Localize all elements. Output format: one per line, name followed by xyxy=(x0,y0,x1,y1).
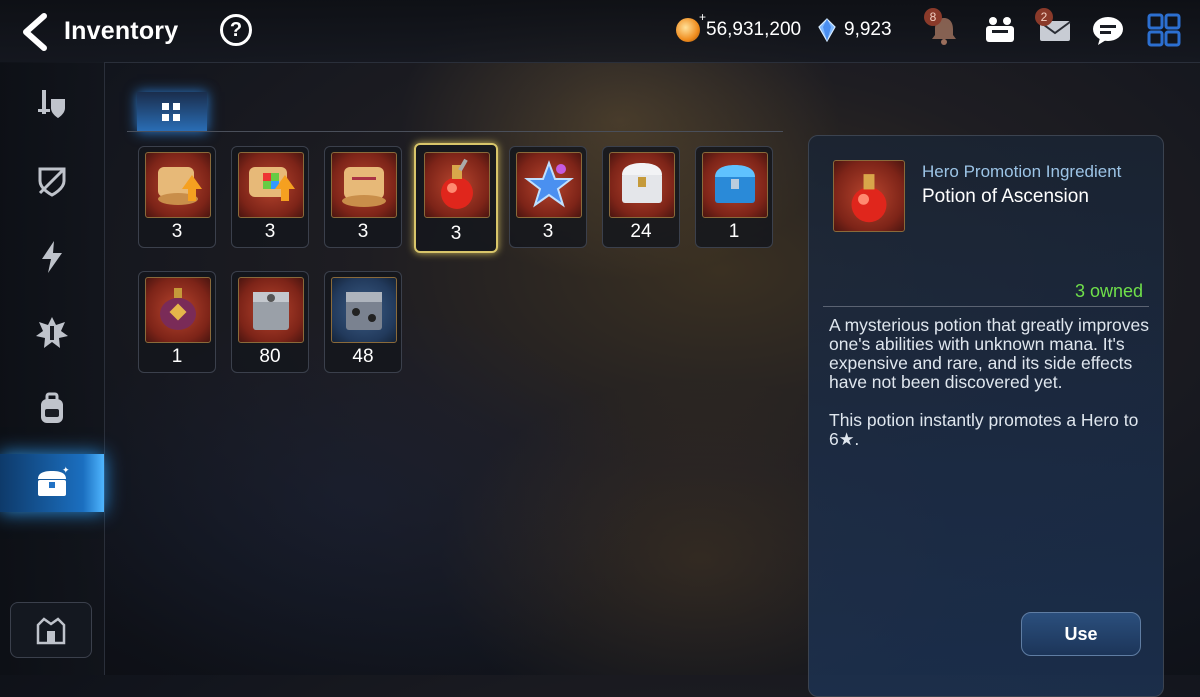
svg-text:✦: ✦ xyxy=(62,465,70,475)
notification-button[interactable]: 8 xyxy=(924,8,962,48)
blue-chest-icon xyxy=(702,152,768,218)
help-button[interactable]: ? xyxy=(220,14,252,46)
dark-box-icon xyxy=(331,277,397,343)
page-title: Inventory xyxy=(64,17,179,45)
tab-all-items[interactable] xyxy=(137,92,207,132)
item-slot[interactable]: 3 xyxy=(324,146,402,248)
sidebar-item-materials[interactable] xyxy=(0,380,104,438)
silver-chest-icon xyxy=(609,152,675,218)
crystal-icon xyxy=(818,18,836,42)
scroll-up-icon xyxy=(145,152,211,218)
gold-currency[interactable]: + 56,931,200 xyxy=(676,10,802,42)
use-button[interactable]: Use xyxy=(1021,612,1141,656)
item-name: Potion of Ascension xyxy=(922,186,1089,207)
item-detail-panel: Hero Promotion Ingredient Potion of Asce… xyxy=(808,135,1164,697)
item-quantity: 80 xyxy=(259,346,281,367)
detail-divider xyxy=(823,306,1149,307)
broken-shield-icon xyxy=(38,167,66,197)
back-button[interactable] xyxy=(18,12,54,52)
bell-badge: 8 xyxy=(924,8,942,26)
item-quantity: 3 xyxy=(171,221,183,242)
grey-box-icon xyxy=(238,277,304,343)
red-potion-icon xyxy=(833,160,905,232)
gold-amount: 56,931,200 xyxy=(706,19,802,40)
chat-bubble-icon xyxy=(1093,17,1123,45)
red-potion-icon xyxy=(424,152,490,218)
item-quantity: 3 xyxy=(264,221,276,242)
mail-badge: 2 xyxy=(1035,8,1053,26)
backpack-icon xyxy=(41,392,63,423)
crystal-currency[interactable]: 9,923 xyxy=(818,18,892,42)
item-category: Hero Promotion Ingredient xyxy=(922,162,1122,181)
sidebar-item-catalysts[interactable] xyxy=(0,228,104,286)
item-quantity: 1 xyxy=(728,221,740,242)
item-description: A mysterious potion that greatly improve… xyxy=(829,315,1150,449)
item-slot[interactable]: 1 xyxy=(695,146,773,248)
item-quantity: 1 xyxy=(171,346,183,367)
item-slot-selected[interactable]: 3 xyxy=(414,143,498,253)
mail-button[interactable]: 2 xyxy=(1035,8,1073,48)
chevron-left-icon xyxy=(23,13,47,51)
item-slot[interactable]: 80 xyxy=(231,271,309,373)
rainbow-scroll-icon xyxy=(238,152,304,218)
tab-divider xyxy=(127,131,783,132)
item-quantity: 24 xyxy=(630,221,652,242)
gear-burst-icon xyxy=(36,317,68,348)
item-quantity: 3 xyxy=(542,221,554,242)
blue-star-icon xyxy=(516,152,582,218)
sidebar-item-runes[interactable] xyxy=(0,304,104,362)
treasure-chest-icon: ✦ xyxy=(38,465,70,496)
item-quantity: 48 xyxy=(352,346,374,367)
owned-count: 3 owned xyxy=(1074,281,1143,301)
friends-button[interactable] xyxy=(982,12,1018,48)
grid-menu-icon xyxy=(1147,13,1181,47)
menu-button[interactable] xyxy=(1146,12,1182,48)
sidebar-storage-button[interactable] xyxy=(10,602,92,658)
item-slot[interactable]: 24 xyxy=(602,146,680,248)
crystal-amount: 9,923 xyxy=(844,19,892,40)
sword-shield-icon xyxy=(38,90,65,118)
sidebar-item-chests[interactable]: ✦ xyxy=(0,454,104,512)
item-quantity: 3 xyxy=(357,221,369,242)
item-slot[interactable]: 3 xyxy=(231,146,309,248)
item-slot[interactable]: 3 xyxy=(509,146,587,248)
castle-icon xyxy=(36,617,66,645)
gold-coin-icon: + xyxy=(676,10,706,42)
item-slot[interactable]: 48 xyxy=(324,271,402,373)
item-slot[interactable]: 1 xyxy=(138,271,216,373)
scroll-icon xyxy=(331,152,397,218)
category-sidebar: ✦ xyxy=(0,62,105,675)
item-slot[interactable]: 3 xyxy=(138,146,216,248)
chat-button[interactable] xyxy=(1090,12,1126,48)
item-quantity: 3 xyxy=(450,223,462,244)
lantern-icon xyxy=(145,277,211,343)
sidebar-item-artifacts[interactable] xyxy=(0,152,104,210)
lightning-icon xyxy=(42,241,62,273)
top-bar: Inventory ? + 56,931,200 9,923 8 2 xyxy=(0,0,1200,63)
party-icon xyxy=(986,17,1014,42)
sidebar-item-equipment[interactable] xyxy=(0,76,104,134)
